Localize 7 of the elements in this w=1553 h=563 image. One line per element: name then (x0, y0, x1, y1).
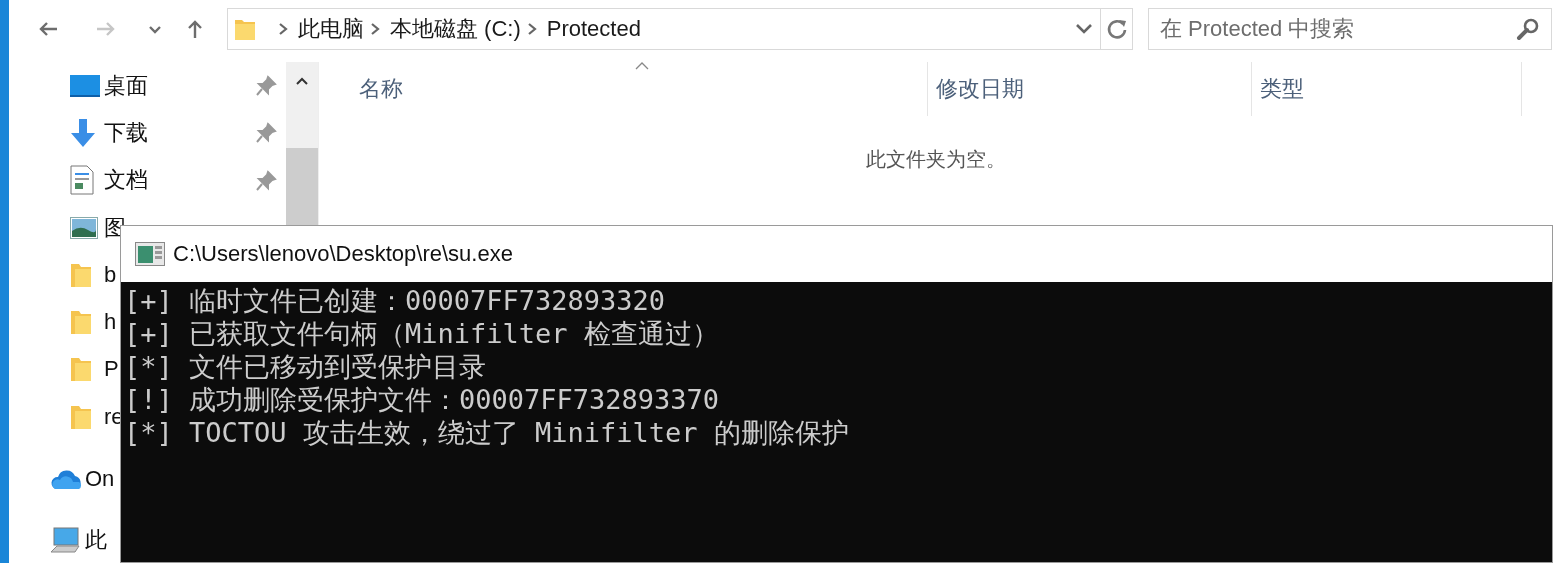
console-output-line: [+] 已获取文件句柄（Minifilter 检查通过） (124, 317, 719, 350)
window-title: C:\Users\lenovo\Desktop\re\su.exe (173, 241, 513, 267)
console-output-line: [!] 成功删除受保护文件：00007FF732893370 (124, 383, 720, 416)
console-output-line: [*] 文件已移动到受保护目录 (124, 350, 487, 383)
empty-folder-message: 此文件夹为空。 (866, 146, 1006, 173)
console-output-line: [+] 临时文件已创建：00007FF732893320 (124, 284, 666, 317)
console-output-line: [*] TOCTOU 攻击生效，绕过了 Minifilter 的删除保护 (124, 416, 849, 449)
